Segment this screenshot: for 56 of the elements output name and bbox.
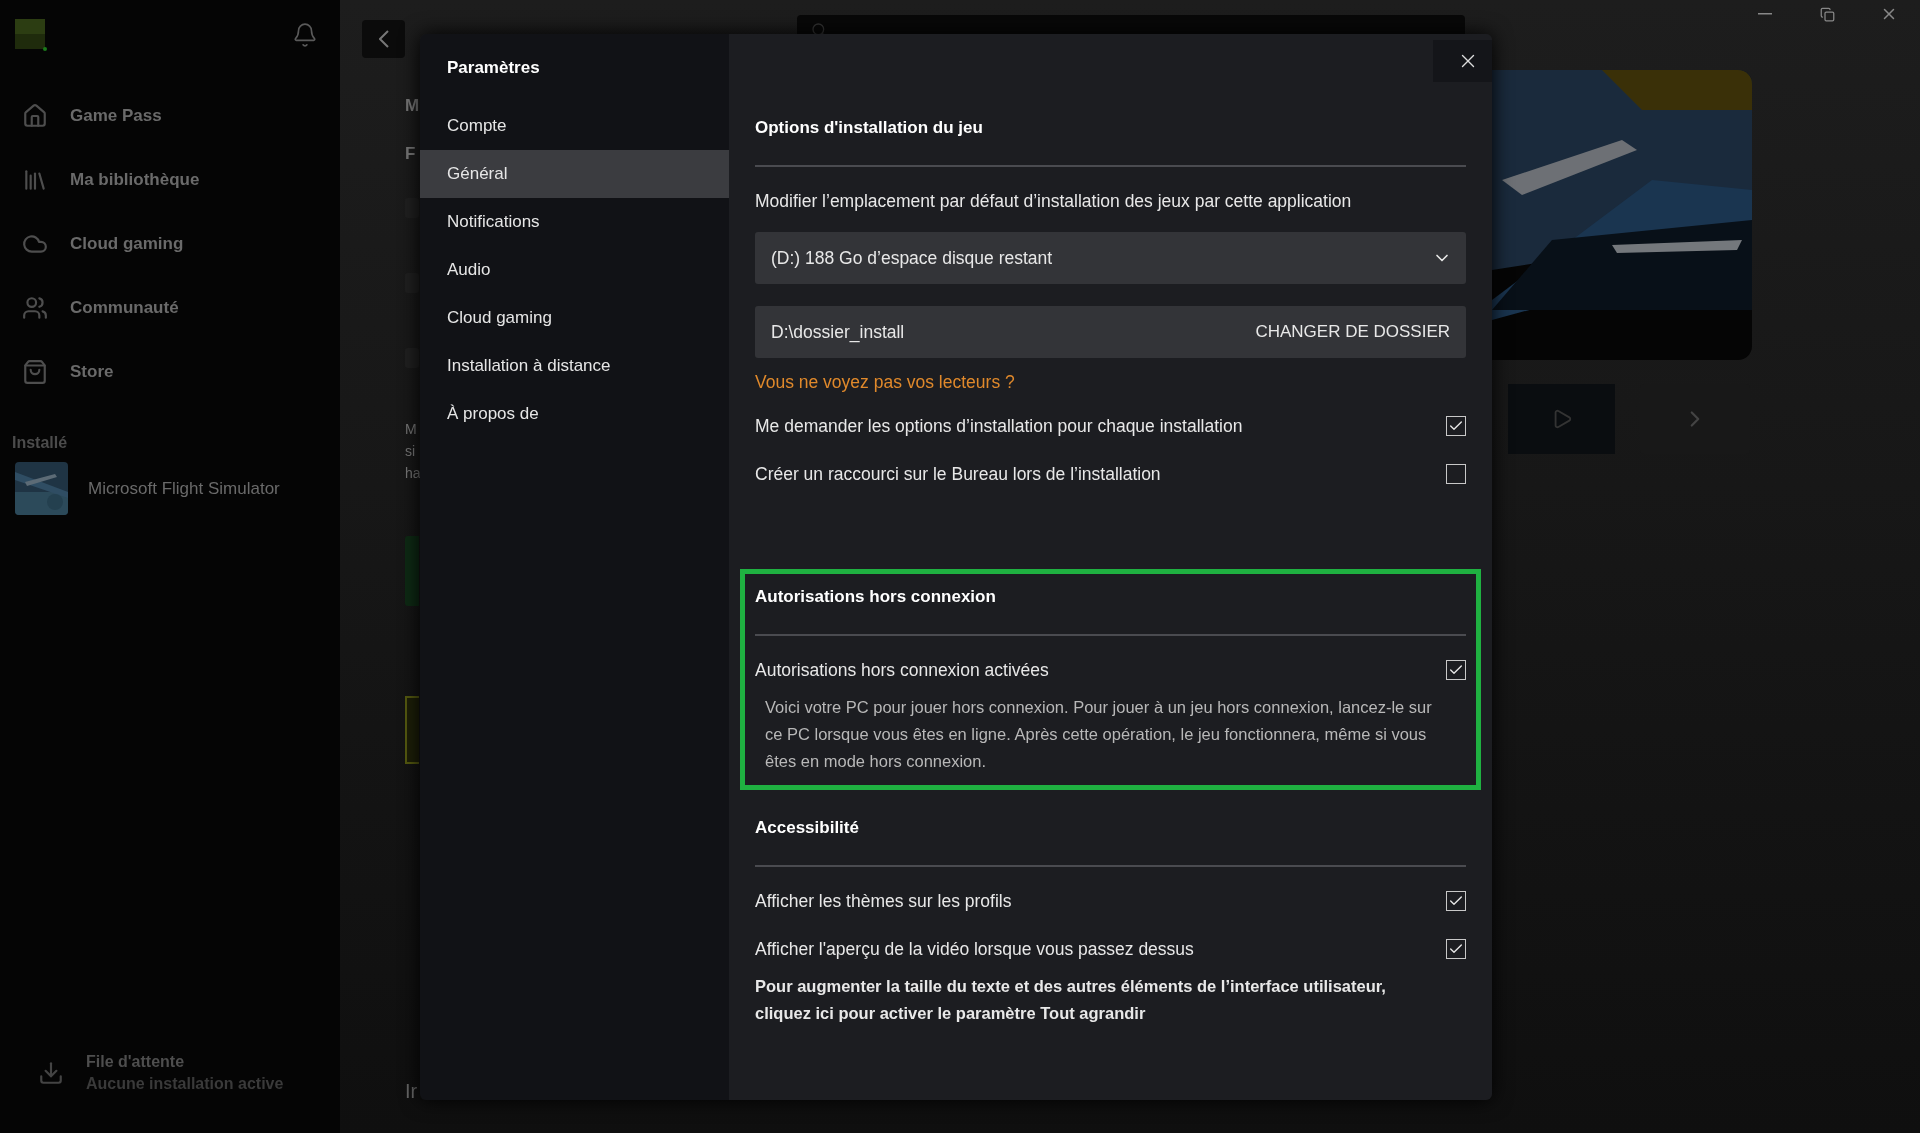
media-thumbnail[interactable] <box>405 696 419 764</box>
change-folder-button[interactable]: CHANGER DE DOSSIER <box>1255 322 1450 342</box>
sidebar-item[interactable]: Store <box>0 340 340 404</box>
minimize-icon <box>1758 13 1772 15</box>
description-fragment: ha <box>405 464 420 483</box>
enlarge-all-note[interactable]: Pour augmenter la taille du texte et des autres éléments de l’interface utilisateur, cliquez ici pour activer le paramètre Tout agrandir <box>755 973 1435 1027</box>
settings-category[interactable]: Général <box>420 150 729 198</box>
back-icon <box>378 30 389 48</box>
section-heading: Installé <box>12 434 69 452</box>
field-label: Modifier l’emplacement par défaut d’installation des jeux par cette application <box>755 190 1353 213</box>
checkbox-label: Autorisations hors connexion activées <box>755 659 1049 681</box>
notifications-icon[interactable] <box>292 22 318 48</box>
close-button[interactable] <box>1433 40 1492 82</box>
download-icon <box>38 1060 64 1086</box>
description-fragment: M <box>405 420 418 439</box>
nav-icon <box>22 295 48 321</box>
checkbox-label: Afficher les thèmes sur les profils <box>755 890 1012 912</box>
checkbox-label: Créer un raccourci sur le Bureau lors de l’installation <box>755 463 1161 485</box>
profile-avatar[interactable] <box>15 19 47 51</box>
folder-path: D:\dossier_install <box>771 321 905 343</box>
sidebar-item[interactable]: Cloud gaming <box>0 212 340 276</box>
checkbox[interactable] <box>1446 939 1466 959</box>
section-title: Autorisations hors connexion <box>755 586 997 608</box>
checkbox-label: Me demander les options d’installation pour chaque installation <box>755 415 1243 437</box>
sidebar-item[interactable]: Communauté <box>0 276 340 340</box>
settings-category[interactable]: Compte <box>420 102 729 150</box>
drives-help-link[interactable]: Vous ne voyez pas vos lecteurs ? <box>755 362 1015 402</box>
settings-category[interactable]: Notifications <box>420 198 729 246</box>
restore-icon <box>1819 6 1835 22</box>
checkbox-label: Afficher l'aperçu de la vidéo lorsque vous passez dessus <box>755 938 1194 960</box>
checkbox[interactable] <box>1446 891 1466 911</box>
drive-dropdown[interactable]: (D:) 188 Go d’espace disque restant <box>755 232 1466 284</box>
nav-icon <box>22 167 48 193</box>
settings-category[interactable]: Cloud gaming <box>420 294 729 342</box>
description-text: Voici votre PC pour jouer hors connexion. Pour jouer à un jeu hors connexion, lancez-le sur ce PC lorsque vous êtes en ligne. Après cette opération, le jeu fonctionnera, même si vous êtes en mode hors connexion. <box>764 697 1433 772</box>
dialog-title: Paramètres <box>446 57 541 79</box>
folder-path-field[interactable]: D:\dossier_install CHANGER DE DOSSIER <box>755 306 1466 358</box>
checkbox[interactable] <box>1446 416 1466 436</box>
settings-category[interactable]: Installation à distance <box>420 342 729 390</box>
game-title-fragment: M <box>405 95 420 117</box>
checkbox[interactable] <box>1446 660 1466 680</box>
section-title: Accessibilité <box>755 817 860 839</box>
sidebar-item[interactable]: Game Pass <box>0 84 340 148</box>
back-button[interactable] <box>362 20 405 58</box>
description-fragment: si <box>405 442 417 461</box>
heading-fragment: Ir <box>405 1080 419 1103</box>
settings-category[interactable]: À propos de <box>420 390 729 438</box>
video-thumbnail[interactable] <box>1508 384 1615 454</box>
checkbox[interactable] <box>1446 464 1466 484</box>
nav-icon <box>22 359 48 385</box>
section-title: Options d'installation du jeu <box>755 117 984 139</box>
game-title[interactable]: Microsoft Flight Simulator <box>88 478 280 499</box>
sidebar-item[interactable]: Ma bibliothèque <box>0 148 340 212</box>
nav-icon <box>22 103 48 129</box>
settings-category[interactable]: Audio <box>420 246 729 294</box>
game-title-fragment: F <box>405 143 417 165</box>
